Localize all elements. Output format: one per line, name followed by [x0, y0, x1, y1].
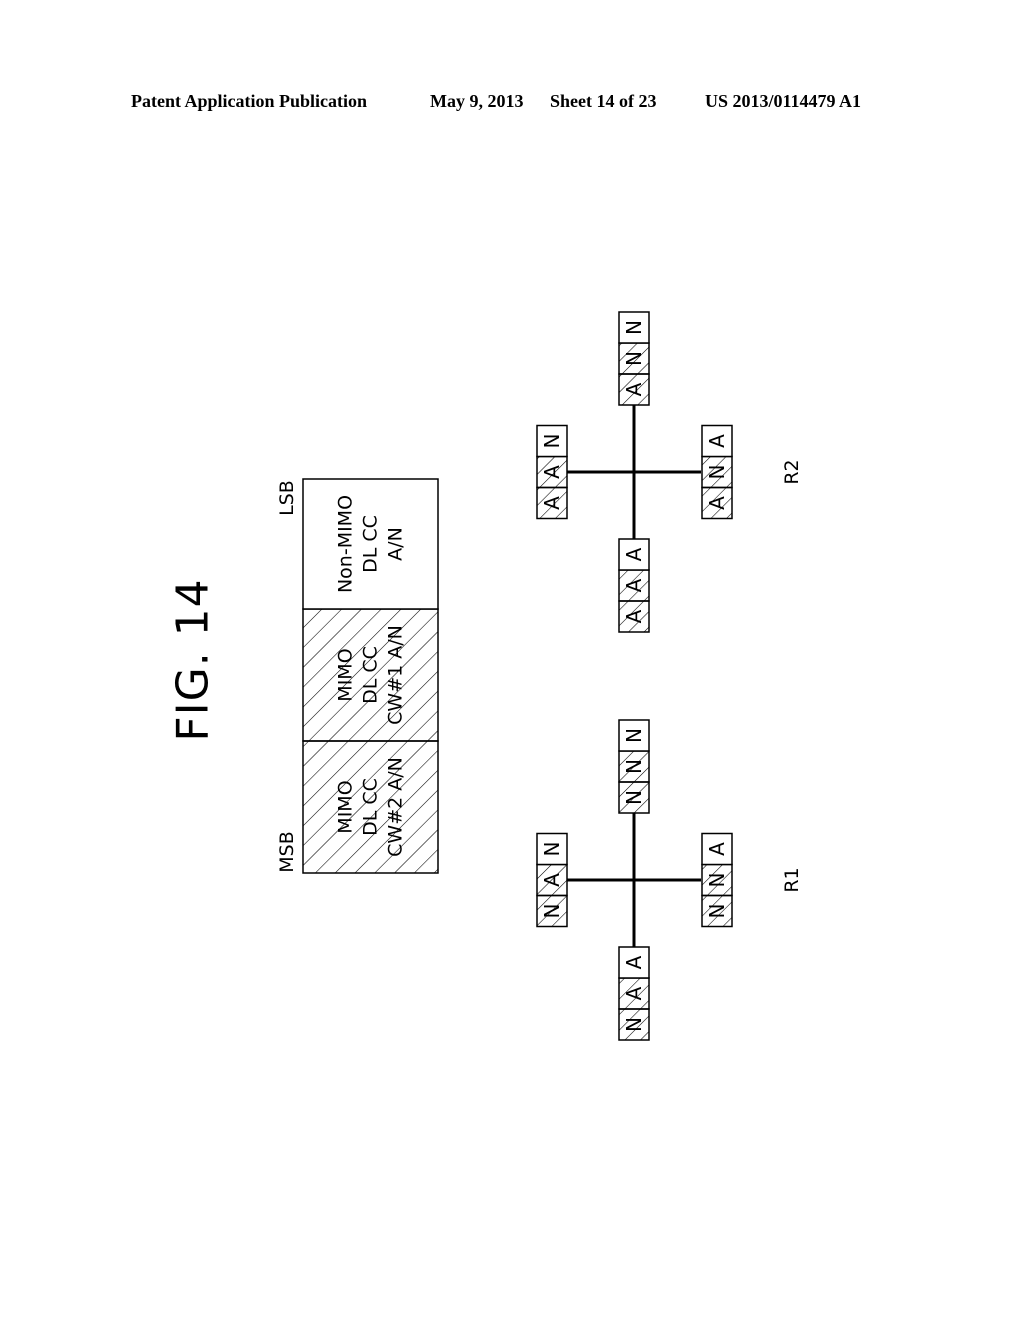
bit-field-cell-mid-text: MIMO DL CC CW#1 A/N	[334, 625, 409, 725]
symbol-stack-bottom: N A A	[618, 946, 650, 1041]
constellation-diagrams: N N N N A N N N A N A A A N N A A N A N A A A A	[536, 311, 733, 1041]
symbol-letter: N	[705, 465, 729, 480]
constellation-r1: N N N N A N N N A N A A	[536, 719, 733, 1041]
symbol-letter: A	[622, 955, 646, 969]
symbol-letter: N	[540, 904, 564, 919]
symbol-letter: A	[622, 578, 646, 592]
symbol-letter: A	[705, 842, 729, 856]
symbol-stack-top: N N N	[618, 719, 650, 814]
symbol-stack-left: A A N	[536, 424, 568, 520]
symbol-letter: N	[622, 320, 646, 335]
symbol-letter: A	[705, 496, 729, 510]
symbol-stack-left: N A N	[536, 832, 568, 928]
symbol-letter: A	[622, 547, 646, 561]
symbol-stack-top: A N N	[618, 311, 650, 406]
figure-diagram: N N N N A N N N A N A A A N N A A N A N A A A A	[302, 311, 733, 1041]
symbol-letter: N	[540, 434, 564, 449]
cell-line: CW#1 A/N	[384, 625, 407, 725]
cell-line: DL CC	[359, 515, 382, 573]
cell-line: DL CC	[359, 778, 382, 836]
cell-line: Non-MIMO	[334, 494, 357, 594]
cell-line: MIMO	[334, 648, 357, 702]
cell-line: A/N	[384, 527, 407, 561]
symbol-stack-right: A N A	[701, 424, 733, 520]
symbol-letter: N	[622, 728, 646, 743]
symbol-letter: N	[705, 904, 729, 919]
cell-line: MIMO	[334, 780, 357, 834]
symbol-stack-bottom: A A A	[618, 538, 650, 633]
cell-line: DL CC	[359, 646, 382, 704]
constellation-r2: A N N A A N A N A A A A	[536, 311, 733, 633]
symbol-letter: N	[705, 873, 729, 888]
symbol-letter: A	[622, 609, 646, 623]
bit-field-cell-msb-text: MIMO DL CC CW#2 A/N	[334, 757, 409, 857]
symbol-letter: N	[622, 351, 646, 366]
symbol-letter: A	[622, 986, 646, 1000]
symbol-letter: N	[622, 1017, 646, 1032]
constellation-label-r2: R2	[781, 459, 803, 485]
cell-line: CW#2 A/N	[384, 757, 407, 857]
symbol-letter: N	[622, 790, 646, 805]
constellation-label-r1: R1	[781, 867, 803, 893]
symbol-letter: A	[705, 434, 729, 448]
bit-field-cell-lsb-text: Non-MIMO DL CC A/N	[334, 495, 409, 593]
symbol-letter: N	[622, 759, 646, 774]
symbol-letter: A	[540, 873, 564, 887]
symbol-letter: A	[540, 496, 564, 510]
symbol-stack-right: N N A	[701, 832, 733, 928]
symbol-letter: A	[622, 382, 646, 396]
symbol-letter: A	[540, 465, 564, 479]
symbol-letter: N	[540, 842, 564, 857]
